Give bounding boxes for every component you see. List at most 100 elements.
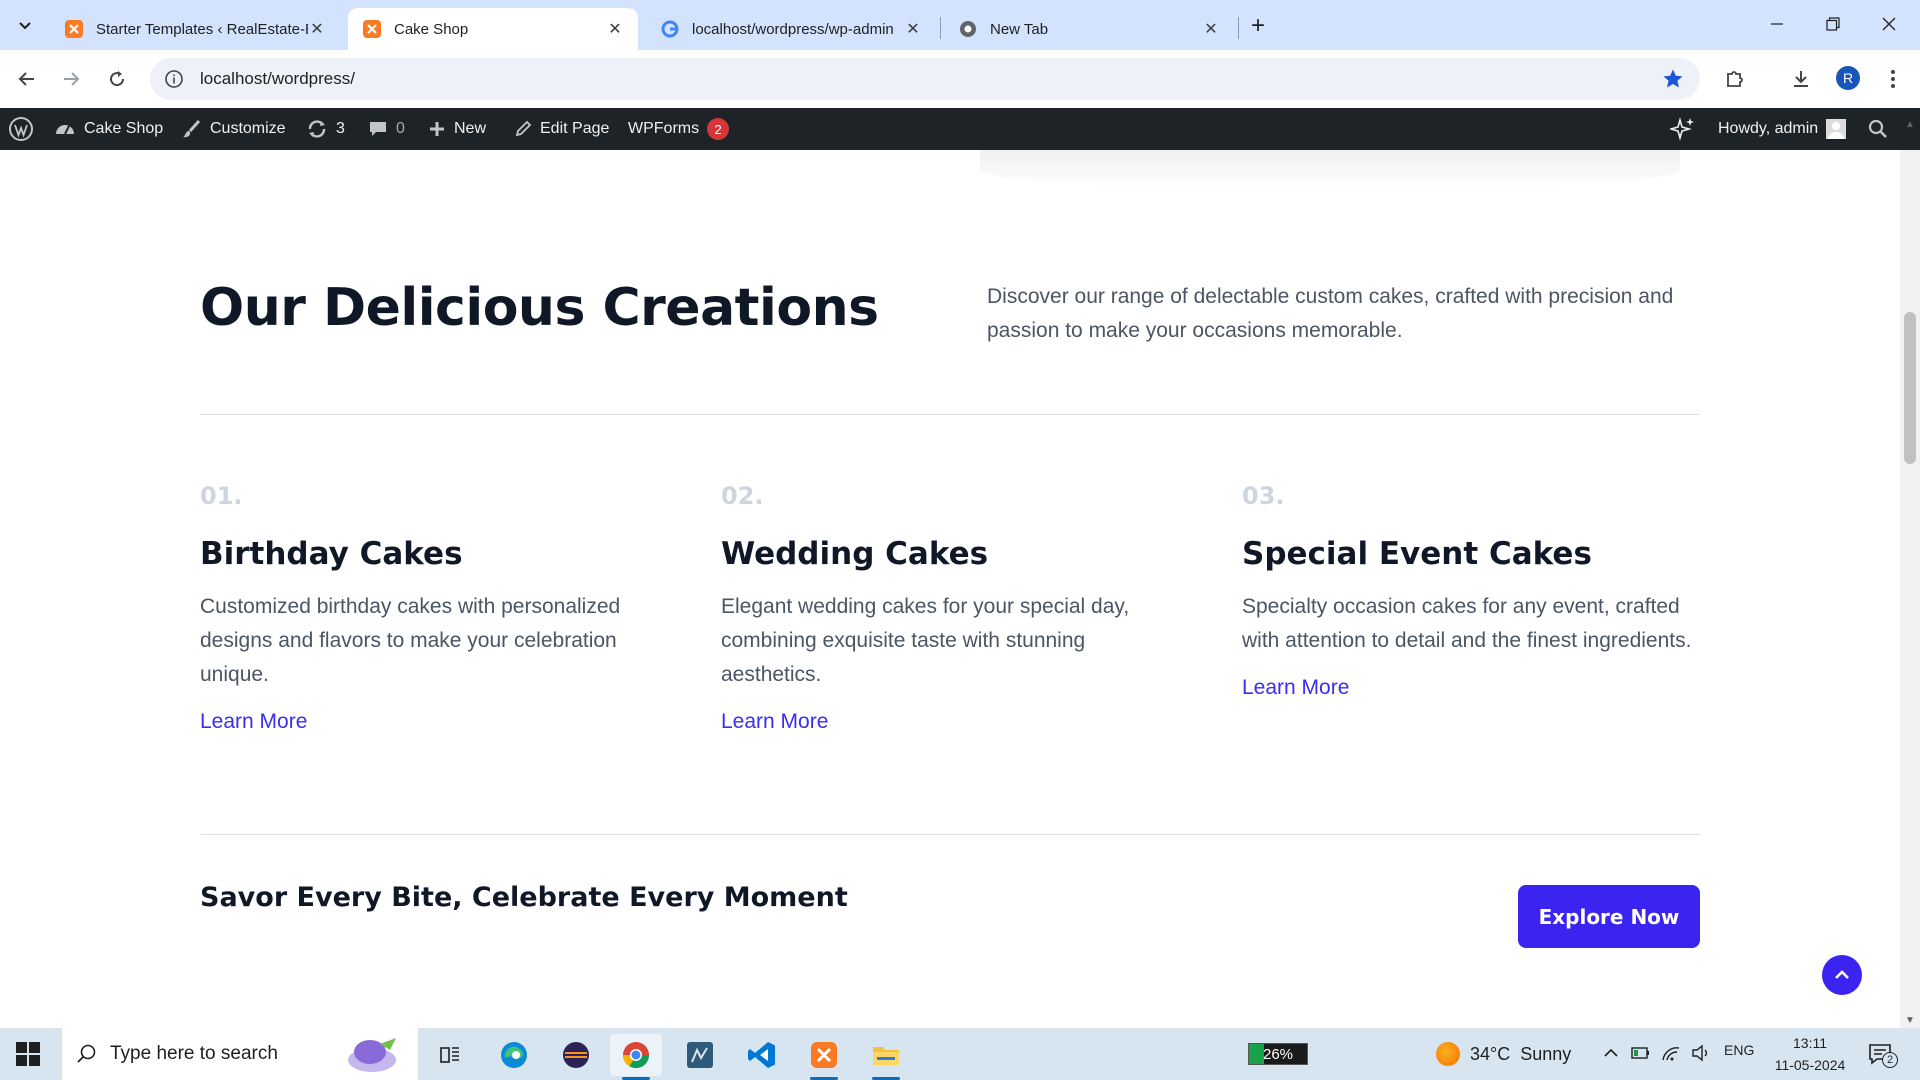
windows-start-icon[interactable]	[14, 1040, 42, 1068]
network-tray-icon[interactable]	[1660, 1042, 1682, 1064]
dashboard-gauge-icon	[56, 125, 74, 135]
plus-icon	[430, 122, 444, 136]
close-icon	[1882, 17, 1896, 31]
xampp-icon	[363, 20, 381, 38]
tab-title: Cake Shop	[394, 20, 469, 38]
search-highlight-icon	[348, 1038, 396, 1072]
search-icon	[1868, 119, 1887, 138]
battery-tray-icon[interactable]	[1630, 1042, 1652, 1064]
battery-plug-icon	[1631, 1047, 1649, 1059]
address-bar[interactable]: localhost/wordpress/	[150, 58, 1700, 100]
new-content-menu[interactable]: New	[428, 108, 486, 150]
mysql-workbench-app[interactable]	[674, 1034, 726, 1076]
tab-search-button[interactable]	[10, 10, 40, 40]
site-name: Cake Shop	[84, 120, 164, 137]
page-scrollbar[interactable]	[1900, 150, 1920, 1028]
tab-new-tab[interactable]: New Tab ✕	[944, 8, 1234, 50]
learn-more-link[interactable]: Learn More	[721, 710, 828, 734]
file-explorer-app[interactable]	[860, 1034, 912, 1080]
avatar	[1826, 119, 1847, 139]
browser-tab-strip: Starter Templates ‹ RealEstate-E ✕ Cake …	[0, 0, 1920, 50]
explore-now-button[interactable]: Explore Now	[1518, 885, 1700, 948]
forward-button[interactable]	[56, 64, 86, 94]
minimize-button[interactable]	[1754, 8, 1800, 40]
xampp-icon	[811, 1042, 837, 1068]
header-shadow	[980, 150, 1680, 190]
admin-search-button[interactable]	[1868, 108, 1888, 150]
search-placeholder: Type here to search	[110, 1043, 278, 1064]
profile-avatar[interactable]: R	[1836, 66, 1860, 90]
notification-center-button[interactable]: 2	[1866, 1040, 1900, 1068]
chrome-app[interactable]	[610, 1034, 662, 1080]
user-silhouette-icon	[1828, 122, 1845, 139]
scrollbar-thumb[interactable]	[1904, 312, 1916, 464]
tab-cake-shop[interactable]: Cake Shop ✕	[348, 8, 638, 50]
downloads-button[interactable]	[1786, 64, 1816, 94]
battery-indicator[interactable]: 26%	[1248, 1043, 1308, 1065]
taskbar-search-box[interactable]: Type here to search	[62, 1028, 418, 1080]
battery-fill	[1249, 1044, 1265, 1064]
divider	[200, 414, 1700, 415]
card-number: 02.	[721, 482, 764, 510]
close-icon[interactable]: ✕	[904, 20, 922, 38]
ai-assistant-button[interactable]	[1670, 108, 1696, 150]
card-description: Specialty occasion cakes for any event, …	[1242, 595, 1692, 652]
url-text: localhost/wordpress/	[200, 69, 355, 88]
greeting-label: Howdy, admin	[1718, 120, 1819, 137]
sparkle-icon	[1670, 117, 1694, 141]
eclipse-app[interactable]	[550, 1034, 602, 1076]
my-account-menu[interactable]: Howdy, admin	[1718, 108, 1847, 150]
reload-button[interactable]	[102, 64, 132, 94]
task-view-button[interactable]	[424, 1034, 476, 1076]
updates-link[interactable]: 3	[306, 108, 345, 150]
tab-wp-admin[interactable]: localhost/wordpress/wp-admin ✕	[646, 8, 936, 50]
system-clock[interactable]: 13:11 11-05-2024	[1770, 1032, 1850, 1076]
folder-icon	[873, 1047, 899, 1065]
comment-icon	[370, 122, 386, 136]
chevron-up-icon	[1604, 1048, 1618, 1057]
learn-more-link[interactable]: Learn More	[1242, 676, 1349, 700]
volume-tray-icon[interactable]	[1690, 1042, 1712, 1064]
task-view-icon	[440, 1047, 459, 1063]
wpforms-menu[interactable]: WPForms 2	[628, 108, 730, 150]
section-heading: Our Delicious Creations	[200, 278, 879, 338]
close-icon[interactable]: ✕	[606, 20, 624, 38]
cta-tagline: Savor Every Bite, Celebrate Every Moment	[200, 882, 848, 913]
edit-page-link[interactable]: Edit Page	[514, 108, 609, 150]
wifi-icon	[1662, 1047, 1680, 1061]
card-number: 01.	[200, 482, 243, 510]
vscode-app[interactable]	[736, 1034, 788, 1076]
show-hidden-icons-button[interactable]	[1600, 1042, 1622, 1064]
xampp-app[interactable]	[798, 1034, 850, 1080]
back-button[interactable]	[12, 64, 42, 94]
bookmark-star-icon[interactable]	[1662, 68, 1684, 90]
tab-starter-templates[interactable]: Starter Templates ‹ RealEstate-E ✕	[50, 8, 340, 50]
mysql-workbench-icon	[687, 1042, 713, 1068]
card-title: Wedding Cakes	[721, 536, 989, 572]
weather-widget[interactable]: 34°C Sunny	[1436, 1028, 1571, 1080]
wordpress-menu[interactable]	[8, 108, 34, 150]
scroll-up-arrow[interactable]: ▲	[1904, 118, 1916, 130]
page-content: Our Delicious Creations Discover our ran…	[0, 150, 1900, 998]
input-language[interactable]: ENG	[1724, 1042, 1754, 1058]
extensions-button[interactable]	[1720, 64, 1750, 94]
close-icon[interactable]: ✕	[1202, 20, 1220, 38]
customize-link[interactable]: Customize	[182, 108, 286, 150]
close-icon[interactable]: ✕	[308, 20, 326, 38]
new-tab-button[interactable]: +	[1244, 12, 1272, 40]
edge-app[interactable]	[488, 1034, 540, 1076]
learn-more-link[interactable]: Learn More	[200, 710, 307, 734]
scroll-to-top-button[interactable]	[1822, 955, 1862, 995]
site-info-icon[interactable]	[164, 69, 184, 89]
site-name-menu[interactable]: Cake Shop	[54, 108, 163, 150]
comments-link[interactable]: 0	[368, 108, 405, 150]
browser-toolbar: localhost/wordpress/	[0, 50, 1920, 108]
restore-button[interactable]	[1810, 8, 1856, 40]
close-window-button[interactable]	[1866, 8, 1912, 40]
eclipse-icon	[563, 1042, 589, 1068]
wpforms-label: WPForms	[628, 120, 700, 137]
tab-separator	[940, 17, 941, 39]
browser-menu-button[interactable]	[1878, 64, 1908, 94]
scroll-down-arrow[interactable]: ▼	[1904, 1014, 1916, 1026]
tab-separator	[1238, 17, 1239, 39]
